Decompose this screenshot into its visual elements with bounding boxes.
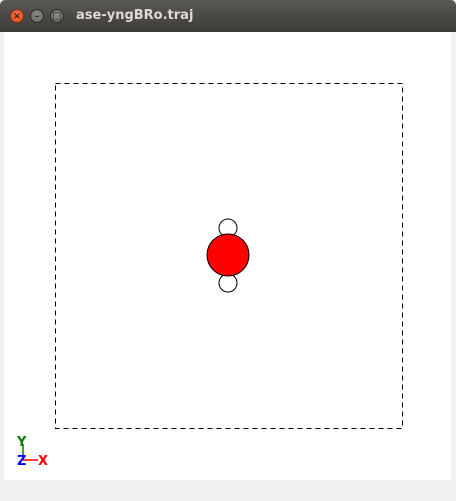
hydrogen-atom-bottom[interactable] bbox=[218, 273, 238, 293]
ase-gui-window: × – □ ase-yngBRo.traj Y Z X bbox=[0, 0, 456, 501]
structure-view-canvas[interactable]: Y Z X bbox=[4, 32, 451, 480]
status-bar bbox=[0, 480, 456, 501]
axes-indicator: Y Z X bbox=[16, 435, 48, 469]
oxygen-atom[interactable] bbox=[206, 233, 250, 277]
y-axis-label: Y bbox=[16, 435, 27, 450]
minimize-button[interactable]: – bbox=[30, 9, 44, 23]
z-axis-label: Z bbox=[17, 454, 26, 469]
maximize-button[interactable]: □ bbox=[50, 9, 64, 23]
title-bar[interactable]: × – □ ase-yngBRo.traj bbox=[0, 0, 456, 32]
close-button[interactable]: × bbox=[10, 9, 24, 23]
x-axis-label: X bbox=[38, 454, 48, 469]
window-title: ase-yngBRo.traj bbox=[76, 8, 194, 23]
structure-view-svg[interactable]: Y Z X bbox=[4, 32, 451, 480]
